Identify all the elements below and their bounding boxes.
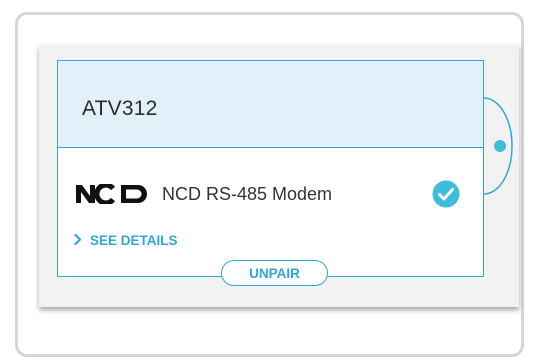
ncd-logo [76,184,147,204]
device-card: ATV312 NCD RS-485 Modem SEE DETAILS [57,60,484,277]
card-header: ATV312 [58,61,483,148]
see-details-link[interactable]: SEE DETAILS [74,232,178,248]
see-details-label: SEE DETAILS [90,232,178,248]
unpair-button[interactable]: UNPAIR [221,260,328,286]
gateway-row: NCD RS-485 Modem [76,182,332,206]
gateway-name: NCD RS-485 Modem [162,183,333,204]
chevron-right-icon [74,232,82,248]
check-circle-icon [432,180,460,208]
device-name: ATV312 [82,97,158,120]
